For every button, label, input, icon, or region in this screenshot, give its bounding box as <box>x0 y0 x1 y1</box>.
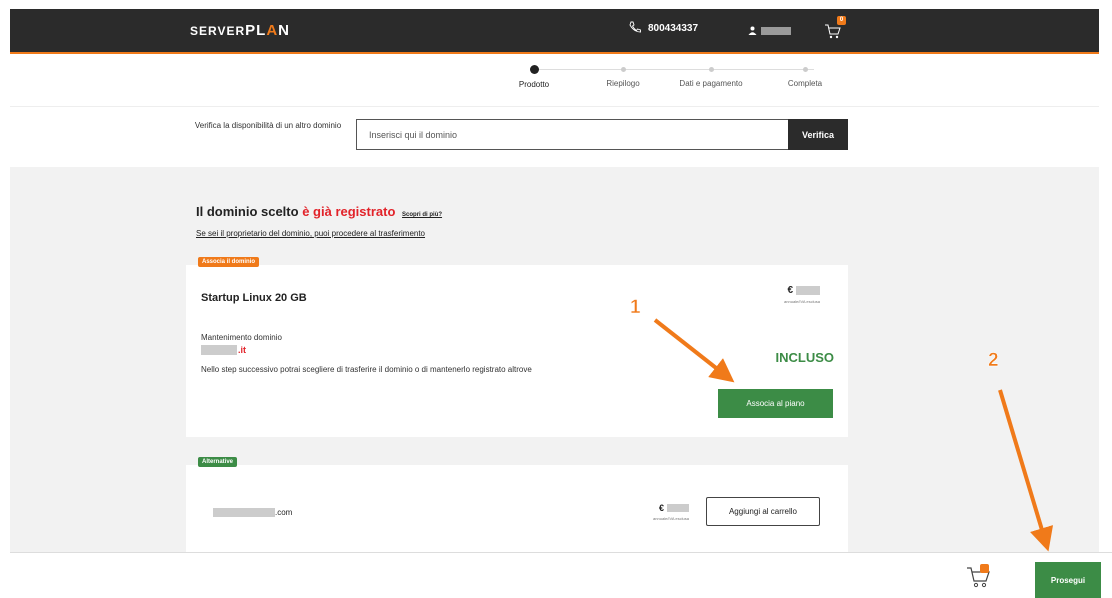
associate-domain-tag: Associa il dominio <box>198 257 260 267</box>
step-label: Dati e pagamento <box>679 79 743 88</box>
maintenance-label: Mantenimento dominio <box>201 333 282 342</box>
phone-icon <box>628 21 642 36</box>
user-menu[interactable] <box>748 22 791 40</box>
alternative-card: Alternative .com € annuale/IVA esclusa A… <box>186 457 848 555</box>
domain-extension: .it <box>238 345 246 355</box>
step-completa: Completa <box>760 62 850 88</box>
username-redacted <box>761 27 791 35</box>
footer-cart-button[interactable] <box>965 562 993 590</box>
logo-word: PL <box>245 22 267 39</box>
currency-symbol: € <box>658 503 664 513</box>
learn-more-link[interactable]: Scopri di più? <box>402 212 442 218</box>
plan-card: Associa il dominio Startup Linux 20 GB €… <box>186 257 848 437</box>
checkout-stepper: Prodotto Riepilogo Dati e pagamento Comp… <box>500 62 860 98</box>
annotation-marker-1: 1 <box>630 297 641 319</box>
domain-redacted <box>201 345 237 355</box>
headline-prefix: Il dominio scelto <box>196 204 299 219</box>
currency-symbol: € <box>787 285 793 296</box>
domain-redacted <box>213 508 275 517</box>
next-step-note: Nello step successivo potrai scegliere d… <box>201 365 532 374</box>
step-dati-pagamento: Dati e pagamento <box>666 62 756 88</box>
verify-button[interactable]: Verifica <box>788 119 848 150</box>
associate-plan-button[interactable]: Associa al piano <box>718 389 833 418</box>
footer-bar <box>10 552 1112 598</box>
add-to-cart-button[interactable]: Aggiungi al carrello <box>706 497 820 526</box>
domain-name: .it <box>201 345 246 355</box>
cart-icon <box>965 564 993 594</box>
search-label: Verifica la disponibilità di un altro do… <box>194 121 342 130</box>
included-label: INCLUSO <box>775 350 835 365</box>
logo-suffix: N <box>278 22 290 39</box>
alternative-tag: Alternative <box>198 457 238 467</box>
price-redacted <box>796 286 820 295</box>
step-dot <box>529 65 539 74</box>
step-dot <box>802 67 808 72</box>
domain-extension: .com <box>275 508 293 517</box>
domain-status-headline: Il dominio scelto è già registrato Scopr… <box>196 204 442 219</box>
transfer-domain-link[interactable]: Se sei il proprietario del dominio, puoi… <box>196 229 425 238</box>
phone-number: 800434337 <box>648 23 699 34</box>
domain-search-section: Verifica la disponibilità di un altro do… <box>10 106 1099 164</box>
price-redacted <box>667 504 689 512</box>
price-note: annuale/IVA esclusa <box>653 516 689 521</box>
logo-prefix: SERVER <box>190 24 246 38</box>
step-dot <box>620 67 626 72</box>
alternative-domain: .com <box>213 508 292 517</box>
top-navbar: SERVERPLAN 800434337 0 <box>10 9 1099 54</box>
annotation-marker-2: 2 <box>988 350 999 372</box>
header-cart-button[interactable]: 0 <box>824 16 846 40</box>
continue-button[interactable]: Prosegui <box>1035 562 1101 598</box>
step-label: Prodotto <box>518 80 550 89</box>
phone-contact[interactable]: 800434337 <box>628 21 698 36</box>
user-icon <box>748 22 757 40</box>
serverplan-logo[interactable]: SERVERPLAN <box>190 22 290 39</box>
plan-price: € annuale/IVA esclusa <box>784 285 820 304</box>
domain-search-input[interactable] <box>356 119 789 150</box>
plan-name: Startup Linux 20 GB <box>201 292 307 304</box>
logo-accent-letter: A <box>266 22 279 39</box>
step-label: Riepilogo <box>606 79 640 88</box>
step-dot <box>708 67 714 72</box>
step-prodotto: Prodotto <box>489 62 579 89</box>
headline-status: è già registrato <box>302 204 396 219</box>
main-content: Il dominio scelto è già registrato Scopr… <box>10 167 1099 555</box>
alternative-price: € annuale/IVA esclusa <box>653 503 689 521</box>
cart-count-badge: 0 <box>837 16 846 25</box>
step-riepilogo: Riepilogo <box>578 62 668 88</box>
price-note: annuale/IVA esclusa <box>784 299 820 304</box>
step-label: Completa <box>787 79 823 88</box>
